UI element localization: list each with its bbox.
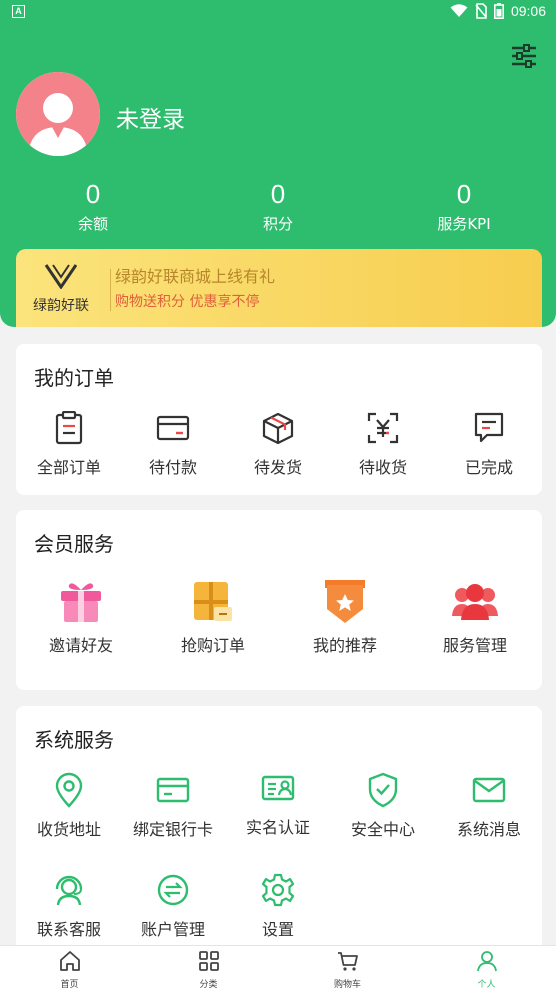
stat-balance-label: 余额 <box>77 215 108 233</box>
tab-cart-label: 购物车 <box>333 980 361 990</box>
promo-banner[interactable]: 绿韵好联 绿韵好联商城上线有礼 购物送积分 优惠享不停 <box>16 249 542 327</box>
bind-bank-card[interactable]: 绑定银行卡 <box>128 770 218 840</box>
home-icon <box>59 951 80 971</box>
shipping-address[interactable]: 收货地址 <box>24 770 114 840</box>
real-name-verification[interactable]: 实名认证 <box>233 768 323 838</box>
tab-profile-label: 个人 <box>477 980 496 990</box>
battery-icon <box>493 3 504 19</box>
tab-cart[interactable]: 购物车 <box>278 950 417 990</box>
shield-icon <box>368 772 398 808</box>
service-management-label: 服务管理 <box>442 636 507 655</box>
settings-label: 设置 <box>261 920 294 939</box>
order-all-label: 全部订单 <box>36 458 101 477</box>
security-center-label: 安全中心 <box>350 820 415 839</box>
tab-category[interactable]: 分类 <box>139 950 278 990</box>
yen-icon <box>367 412 399 444</box>
system-messages[interactable]: 系统消息 <box>444 770 534 840</box>
stat-kpi-label: 服务KPI <box>437 215 491 233</box>
stat-points-label: 积分 <box>262 215 293 233</box>
mail-icon <box>472 777 506 803</box>
order-completed[interactable]: 已完成 <box>444 408 534 478</box>
stat-kpi-value: 0 <box>456 179 472 209</box>
card-icon <box>156 415 190 441</box>
person-icon <box>476 951 497 972</box>
login-status[interactable]: 未登录 <box>116 100 185 134</box>
orders-card: 我的订单 全部订单 待付款 待发货 待收货 已完成 <box>16 344 542 495</box>
orders-title: 我的订单 <box>34 366 114 390</box>
banner-subtitle: 购物送积分 优惠享不停 <box>115 294 260 310</box>
system-title: 系统服务 <box>34 728 114 752</box>
order-pending-payment[interactable]: 待付款 <box>128 408 218 478</box>
tab-home-label: 首页 <box>60 980 79 990</box>
member-card: 会员服务 邀请好友 抢购订单 我的推荐 服务管理 <box>16 510 542 690</box>
member-title: 会员服务 <box>34 532 114 556</box>
location-icon <box>55 772 83 808</box>
sliders-icon <box>512 44 536 68</box>
stat-points[interactable]: 0 积分 <box>198 178 358 234</box>
order-pending-payment-label: 待付款 <box>148 458 197 477</box>
star-badge-icon <box>325 580 365 623</box>
security-center[interactable]: 安全中心 <box>338 770 428 840</box>
bind-bank-card-label: 绑定银行卡 <box>132 820 213 839</box>
gear-icon <box>261 873 295 907</box>
brand-v-logo-icon <box>44 264 78 290</box>
id-card-icon <box>261 775 295 801</box>
box-icon <box>262 412 294 445</box>
real-name-verification-label: 实名认证 <box>245 818 310 837</box>
order-pending-receipt-label: 待收货 <box>358 458 407 477</box>
invite-friends[interactable]: 邀请好友 <box>36 578 126 656</box>
default-avatar-icon <box>16 72 100 156</box>
notification-icon: A <box>12 5 25 18</box>
contact-support[interactable]: 联系客服 <box>24 870 114 940</box>
filter-button[interactable] <box>510 42 538 70</box>
settings[interactable]: 设置 <box>233 870 323 940</box>
stat-balance-value: 0 <box>85 179 101 209</box>
brand-logo: 绿韵好联 <box>24 263 98 315</box>
system-messages-label: 系统消息 <box>456 820 521 839</box>
order-pending-shipment-label: 待发货 <box>253 458 302 477</box>
service-management[interactable]: 服务管理 <box>430 578 520 656</box>
no-sim-icon <box>475 3 487 19</box>
headset-icon <box>55 875 83 906</box>
stat-kpi[interactable]: 0 服务KPI <box>384 178 544 234</box>
wifi-icon <box>450 4 468 17</box>
banner-title: 绿韵好联商城上线有礼 <box>115 267 276 286</box>
clipboard-icon <box>55 411 83 445</box>
order-all[interactable]: 全部订单 <box>24 408 114 478</box>
account-management-label: 账户管理 <box>140 920 205 939</box>
stat-balance[interactable]: 0 余额 <box>13 178 173 234</box>
bank-card-icon <box>156 777 190 803</box>
users-icon <box>452 584 498 620</box>
package-icon <box>194 582 232 621</box>
order-pending-receipt[interactable]: 待收货 <box>338 408 428 478</box>
system-card: 系统服务 收货地址 绑定银行卡 实名认证 安全中心 系统消息 联系客服 账户管理… <box>16 706 542 958</box>
my-referrals-label: 我的推荐 <box>312 636 377 655</box>
brand-name: 绿韵好联 <box>33 298 89 314</box>
grid-icon <box>198 951 219 971</box>
order-pending-shipment[interactable]: 待发货 <box>233 408 323 478</box>
message-icon <box>474 412 504 443</box>
tab-home[interactable]: 首页 <box>0 950 139 990</box>
bottom-tab-bar: 首页 分类 购物车 个人 <box>0 945 556 993</box>
avatar[interactable] <box>16 72 100 156</box>
account-management[interactable]: 账户管理 <box>128 870 218 940</box>
cart-icon <box>337 952 358 971</box>
status-bar: A 09:06 <box>0 0 556 24</box>
invite-friends-label: 邀请好友 <box>48 636 113 655</box>
flash-orders-label: 抢购订单 <box>180 636 245 655</box>
exchange-icon <box>157 874 189 906</box>
tab-category-label: 分类 <box>199 980 218 990</box>
clock: 09:06 <box>510 3 546 19</box>
my-referrals[interactable]: 我的推荐 <box>300 578 390 656</box>
banner-divider <box>110 269 111 311</box>
order-completed-label: 已完成 <box>464 458 513 477</box>
gift-icon <box>61 583 101 622</box>
flash-orders[interactable]: 抢购订单 <box>168 578 258 656</box>
tab-profile[interactable]: 个人 <box>417 950 556 990</box>
shipping-address-label: 收货地址 <box>36 820 101 839</box>
stat-points-value: 0 <box>270 179 286 209</box>
contact-support-label: 联系客服 <box>36 920 101 939</box>
